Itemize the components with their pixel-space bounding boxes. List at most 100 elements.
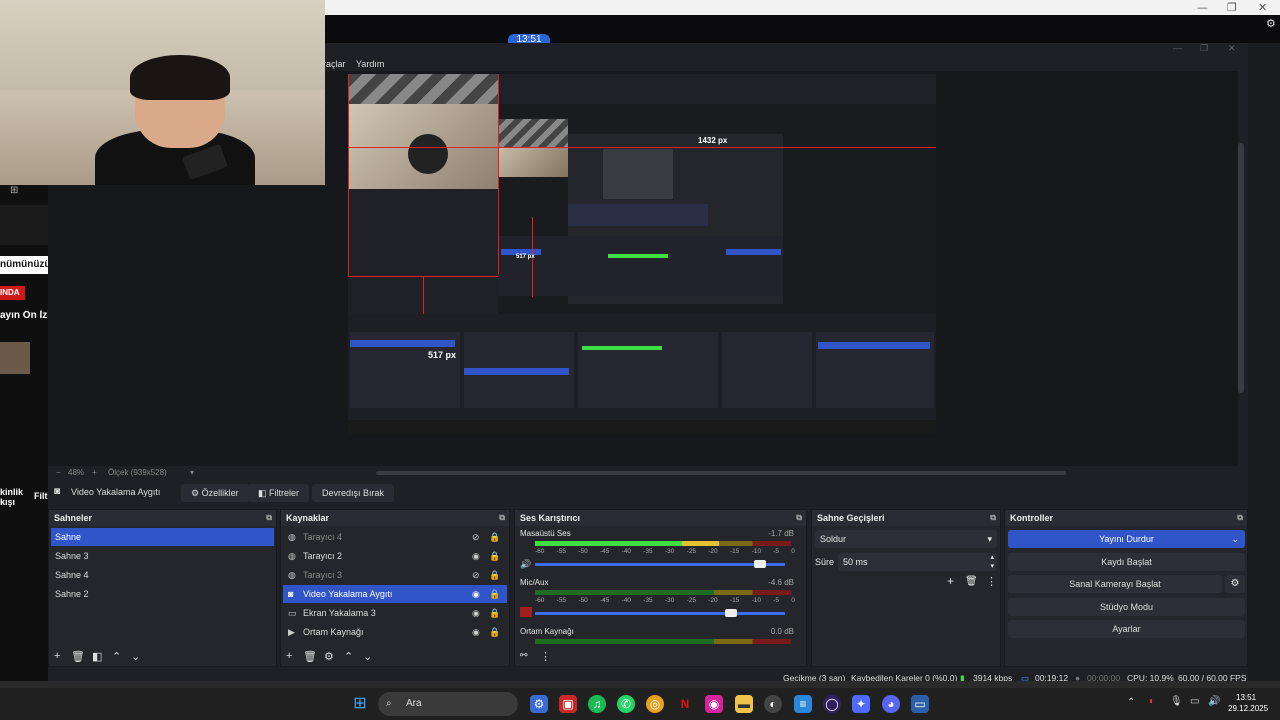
- lock-icon[interactable]: 🔒: [489, 528, 500, 546]
- arrow-down-icon[interactable]: ⌄: [363, 650, 372, 663]
- zoom-plus-icon[interactable]: +: [92, 468, 97, 477]
- discord-icon[interactable]: ◕: [882, 695, 900, 713]
- taskbar-time[interactable]: 13:51: [1236, 693, 1256, 702]
- scene-item[interactable]: Sahne: [51, 528, 274, 546]
- dock-float-icon[interactable]: ⧉: [266, 510, 272, 526]
- settings-button[interactable]: Ayarlar: [1008, 620, 1245, 638]
- menu-item-help[interactable]: Yardım: [356, 59, 384, 69]
- lock-icon[interactable]: 🔒: [489, 604, 500, 622]
- obs-maximize-icon[interactable]: ❐: [1200, 43, 1208, 54]
- muted-speaker-icon[interactable]: [520, 607, 532, 617]
- whatsapp-icon[interactable]: ✆: [617, 695, 635, 713]
- lock-icon[interactable]: 🔒: [489, 623, 500, 641]
- folder-icon[interactable]: ▬: [735, 695, 753, 713]
- volume-slider[interactable]: [535, 560, 785, 568]
- deactivate-button[interactable]: Devredışı Bırak: [312, 484, 395, 502]
- source-item[interactable]: ◙ Video Yakalama Aygıtı ◉ 🔒: [283, 585, 507, 603]
- gear-icon[interactable]: ⚙: [324, 650, 334, 663]
- source-item[interactable]: ◍ Tarayıcı 2 ◉ 🔒: [283, 547, 507, 565]
- close-icon[interactable]: ✕: [1258, 1, 1267, 14]
- chevron-down-icon[interactable]: ⌄: [1231, 530, 1239, 548]
- duration-input[interactable]: 50 ms ▴ ▾: [838, 553, 997, 571]
- bottom-scrollbar[interactable]: [0, 681, 1280, 688]
- more-icon[interactable]: ⋮: [986, 575, 997, 588]
- trash-icon[interactable]: 🗑: [303, 650, 317, 663]
- app-icon[interactable]: ▣: [559, 695, 577, 713]
- add-icon[interactable]: +: [54, 650, 60, 662]
- stop-stream-button[interactable]: Yayını Durdur ⌄: [1008, 530, 1245, 548]
- link-icon[interactable]: ⚯: [520, 650, 528, 661]
- stepper-icon[interactable]: ▴ ▾: [990, 553, 994, 571]
- chrome-icon[interactable]: ◎: [646, 695, 664, 713]
- lock-icon[interactable]: 🔒: [489, 566, 500, 584]
- source-item[interactable]: ▭ Ekran Yakalama 3 ◉ 🔒: [283, 604, 507, 622]
- arrow-up-icon[interactable]: ⌃: [112, 650, 121, 663]
- eye-icon[interactable]: ◉: [472, 585, 480, 603]
- trash-icon[interactable]: 🗑: [965, 576, 978, 587]
- app-icon-2[interactable]: ◐: [764, 695, 782, 713]
- obs-close-icon[interactable]: ✕: [1228, 43, 1236, 54]
- netflix-icon[interactable]: N: [676, 695, 694, 713]
- volume-slider[interactable]: [535, 609, 785, 617]
- filters-button[interactable]: ◧ Filtreler: [248, 484, 310, 502]
- minimize-icon[interactable]: —: [1197, 1, 1208, 14]
- dock-float-icon[interactable]: ⧉: [796, 510, 802, 526]
- network-icon[interactable]: ▭: [1190, 696, 1199, 707]
- scene-item[interactable]: Sahne 2: [51, 585, 274, 603]
- gear-icon[interactable]: ⚙: [1266, 17, 1276, 30]
- filter-icon[interactable]: ◧: [92, 650, 102, 663]
- obs-icon[interactable]: ◯: [823, 695, 841, 713]
- tray-app-icon[interactable]: ◐: [1149, 696, 1155, 707]
- scene-item[interactable]: Sahne 3: [51, 547, 274, 565]
- eye-hidden-icon[interactable]: ⊘: [472, 528, 480, 546]
- mic-icon[interactable]: 🎙: [1170, 696, 1183, 707]
- menu-item-tools[interactable]: raçlar: [323, 59, 346, 69]
- preview-scrollbar[interactable]: [1238, 143, 1244, 393]
- meter-tick-label: -20: [708, 548, 718, 555]
- mixer-title: Ses Karıştırıcı ⧉: [515, 510, 806, 526]
- eye-icon[interactable]: ◉: [472, 604, 480, 622]
- properties-button[interactable]: ⚙ Özellikler: [181, 484, 249, 502]
- horizontal-scrollbar[interactable]: [376, 471, 1066, 475]
- windows-start-icon[interactable]: ⊞: [351, 695, 369, 713]
- trash-icon[interactable]: 🗑: [71, 650, 85, 663]
- start-record-button[interactable]: Kaydı Başlat: [1008, 553, 1245, 571]
- lock-icon[interactable]: 🔒: [489, 547, 500, 565]
- eye-icon[interactable]: ◉: [472, 547, 480, 565]
- eye-hidden-icon[interactable]: ⊘: [472, 566, 480, 584]
- maximize-icon[interactable]: ❐: [1227, 1, 1237, 14]
- meter-ticks: -60 -55 -50 -45 -40 -35 -30 -25 -20 -15 -10 -5 0: [535, 548, 795, 555]
- tray-chevron-icon[interactable]: ⌃: [1127, 697, 1135, 708]
- taskbar-date[interactable]: 29.12.2025: [1228, 704, 1268, 713]
- transition-select[interactable]: Soldur ▾: [815, 530, 997, 548]
- remote-desktop-icon[interactable]: ▭: [911, 695, 929, 713]
- app-icon-3[interactable]: ✦: [852, 695, 870, 713]
- source-item[interactable]: ▶ Ortam Kaynağı ◉ 🔒: [283, 623, 507, 641]
- arrow-up-icon[interactable]: ⌃: [344, 650, 353, 663]
- spotify-icon[interactable]: ♫: [588, 695, 606, 713]
- add-icon[interactable]: +: [286, 650, 292, 662]
- more-icon[interactable]: ⋮: [540, 650, 551, 663]
- scene-item[interactable]: Sahne 4: [51, 566, 274, 584]
- notepad-icon[interactable]: ≡: [794, 695, 812, 713]
- obs-minimize-icon[interactable]: —: [1173, 43, 1182, 53]
- studio-mode-button[interactable]: Stüdyo Modu: [1008, 598, 1245, 616]
- dock-float-icon[interactable]: ⧉: [990, 510, 996, 526]
- volume-icon[interactable]: 🔊: [1208, 696, 1220, 707]
- zoom-minus-icon[interactable]: −: [56, 468, 61, 477]
- lock-icon[interactable]: 🔒: [489, 585, 500, 603]
- dock-float-icon[interactable]: ⧉: [499, 510, 505, 526]
- instagram-icon[interactable]: ◉: [705, 695, 723, 713]
- virtual-camera-button[interactable]: Sanal Kamerayı Başlat: [1008, 575, 1222, 593]
- arrow-down-icon[interactable]: ⌄: [131, 650, 140, 663]
- taskbar-search[interactable]: ⌕ Ara: [378, 692, 518, 716]
- dock-float-icon[interactable]: ⧉: [1237, 510, 1243, 526]
- source-item[interactable]: ◍ Tarayıcı 4 ⊘ 🔒: [283, 528, 507, 546]
- virtual-cam-settings-icon[interactable]: ⚙: [1225, 575, 1245, 593]
- source-item[interactable]: ◍ Tarayıcı 3 ⊘ 🔒: [283, 566, 507, 584]
- eye-icon[interactable]: ◉: [472, 623, 480, 641]
- zoom-dropdown-icon[interactable]: ▾: [190, 468, 194, 477]
- add-icon[interactable]: +: [947, 574, 954, 588]
- settings-app-icon[interactable]: ⚙: [530, 695, 548, 713]
- speaker-icon[interactable]: 🔊: [520, 559, 531, 570]
